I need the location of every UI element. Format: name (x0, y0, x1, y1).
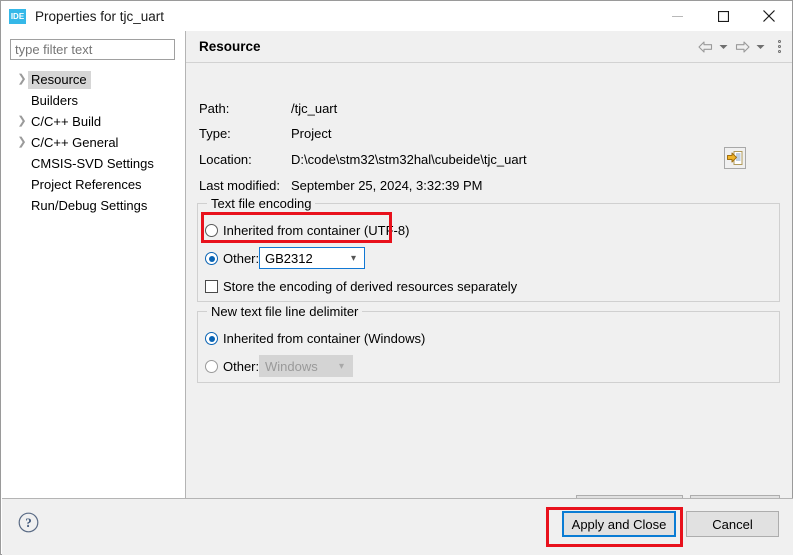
app-icon: IDE (9, 9, 26, 24)
sidebar-item-cpp-general[interactable]: ❯ C/C++ General (2, 132, 185, 153)
forward-history-button[interactable] (754, 36, 767, 58)
open-location-icon (727, 151, 743, 165)
encoding-other-label: Other: (223, 251, 259, 266)
chevron-down-icon: ▾ (351, 253, 356, 264)
sidebar-item-builders[interactable]: ❯ Builders (2, 90, 185, 111)
location-label: Location: (199, 152, 291, 167)
sidebar-item-resource[interactable]: ❯ Resource (2, 69, 185, 90)
type-label: Type: (199, 126, 291, 141)
page-menu-button[interactable] (772, 36, 786, 58)
encoding-other-radio-row[interactable]: Other: (205, 251, 259, 266)
store-derived-label: Store the encoding of derived resources … (223, 279, 517, 294)
maximize-button[interactable] (700, 1, 746, 31)
radio-icon[interactable] (205, 224, 218, 237)
type-value: Project (291, 126, 331, 141)
sidebar-item-project-references[interactable]: ❯ Project References (2, 174, 185, 195)
store-derived-checkbox-row[interactable]: Store the encoding of derived resources … (205, 279, 517, 294)
window-controls (654, 1, 792, 31)
back-button[interactable] (695, 36, 715, 58)
chevron-right-icon[interactable]: ❯ (16, 116, 28, 127)
last-modified-label: Last modified: (199, 178, 291, 193)
location-row: Location: D:\code\stm32\stm32hal\cubeide… (199, 150, 527, 169)
path-value: /tjc_uart (291, 101, 337, 116)
filter-input[interactable] (10, 39, 175, 60)
svg-text:?: ? (25, 515, 32, 530)
chevron-right-icon[interactable]: ❯ (16, 74, 28, 85)
sidebar-item-cmsis-svd-settings[interactable]: ❯ CMSIS-SVD Settings (2, 153, 185, 174)
last-modified-value: September 25, 2024, 3:32:39 PM (291, 178, 483, 193)
encoding-inherited-label: Inherited from container (UTF-8) (223, 223, 409, 238)
cancel-button[interactable]: Cancel (686, 511, 779, 537)
title-bar: IDE Properties for tjc_uart (1, 1, 792, 31)
delimiter-other-radio-row[interactable]: Other: (205, 359, 259, 374)
forward-arrow-icon (735, 41, 750, 53)
sidebar-item-label: CMSIS-SVD Settings (28, 155, 158, 173)
line-delimiter-title: New text file line delimiter (207, 304, 362, 319)
window-title: Properties for tjc_uart (35, 9, 164, 24)
page-toolbar (695, 31, 786, 62)
last-modified-row: Last modified: September 25, 2024, 3:32:… (199, 176, 483, 195)
chevron-down-icon (719, 44, 728, 50)
minimize-button[interactable] (654, 1, 700, 31)
kebab-menu-icon (778, 50, 781, 53)
sidebar-item-label: C/C++ Build (28, 113, 105, 131)
open-location-button[interactable] (724, 147, 746, 169)
dialog-footer: ? Apply and Close Cancel (2, 498, 793, 555)
chevron-down-icon (756, 44, 765, 50)
sidebar-item-label: Run/Debug Settings (28, 197, 151, 215)
chevron-right-icon[interactable]: ❯ (16, 137, 28, 148)
path-label: Path: (199, 101, 291, 116)
page-panel: Resource (186, 31, 792, 498)
path-row: Path: /tjc_uart (199, 99, 337, 118)
maximize-icon (718, 11, 729, 22)
page-header: Resource (186, 31, 792, 63)
encoding-select[interactable]: GB2312 ▾ (259, 247, 365, 269)
radio-icon[interactable] (205, 360, 218, 373)
radio-icon[interactable] (205, 252, 218, 265)
close-button[interactable] (746, 1, 792, 31)
type-row: Type: Project (199, 124, 331, 143)
sidebar-item-label: Builders (28, 92, 82, 110)
minimize-icon (672, 11, 683, 22)
kebab-menu-icon (778, 45, 781, 48)
page-title: Resource (199, 39, 261, 54)
text-file-encoding-title: Text file encoding (207, 196, 315, 211)
encoding-select-value: GB2312 (265, 251, 313, 266)
properties-dialog: IDE Properties for tjc_uart (0, 0, 793, 555)
settings-tree: ❯ Resource ❯ Builders ❯ C/C++ Build ❯ C/… (2, 69, 185, 216)
sidebar-item-label: Resource (28, 71, 91, 89)
delimiter-other-label: Other: (223, 359, 259, 374)
sidebar-item-run-debug-settings[interactable]: ❯ Run/Debug Settings (2, 195, 185, 216)
checkbox-icon[interactable] (205, 280, 218, 293)
settings-tree-panel: ❯ Resource ❯ Builders ❯ C/C++ Build ❯ C/… (2, 31, 186, 498)
apply-and-close-button[interactable]: Apply and Close (562, 511, 676, 537)
delimiter-inherited-radio-row[interactable]: Inherited from container (Windows) (205, 331, 425, 346)
kebab-menu-icon (778, 40, 781, 43)
sidebar-item-label: Project References (28, 176, 146, 194)
help-button[interactable]: ? (18, 512, 39, 533)
page-content: Path: /tjc_uart Type: Project Location: … (186, 63, 792, 498)
sidebar-item-cpp-build[interactable]: ❯ C/C++ Build (2, 111, 185, 132)
delimiter-inherited-label: Inherited from container (Windows) (223, 331, 425, 346)
radio-icon[interactable] (205, 332, 218, 345)
delimiter-select: Windows ▾ (259, 355, 353, 377)
back-arrow-icon (698, 41, 713, 53)
forward-button[interactable] (732, 36, 752, 58)
encoding-inherited-radio-row[interactable]: Inherited from container (UTF-8) (205, 223, 409, 238)
location-value: D:\code\stm32\stm32hal\cubeide\tjc_uart (291, 152, 527, 167)
chevron-down-icon: ▾ (339, 361, 344, 372)
help-icon: ? (18, 512, 39, 533)
back-history-button[interactable] (717, 36, 730, 58)
sidebar-item-label: C/C++ General (28, 134, 122, 152)
close-icon (763, 10, 775, 22)
delimiter-select-value: Windows (265, 359, 318, 374)
